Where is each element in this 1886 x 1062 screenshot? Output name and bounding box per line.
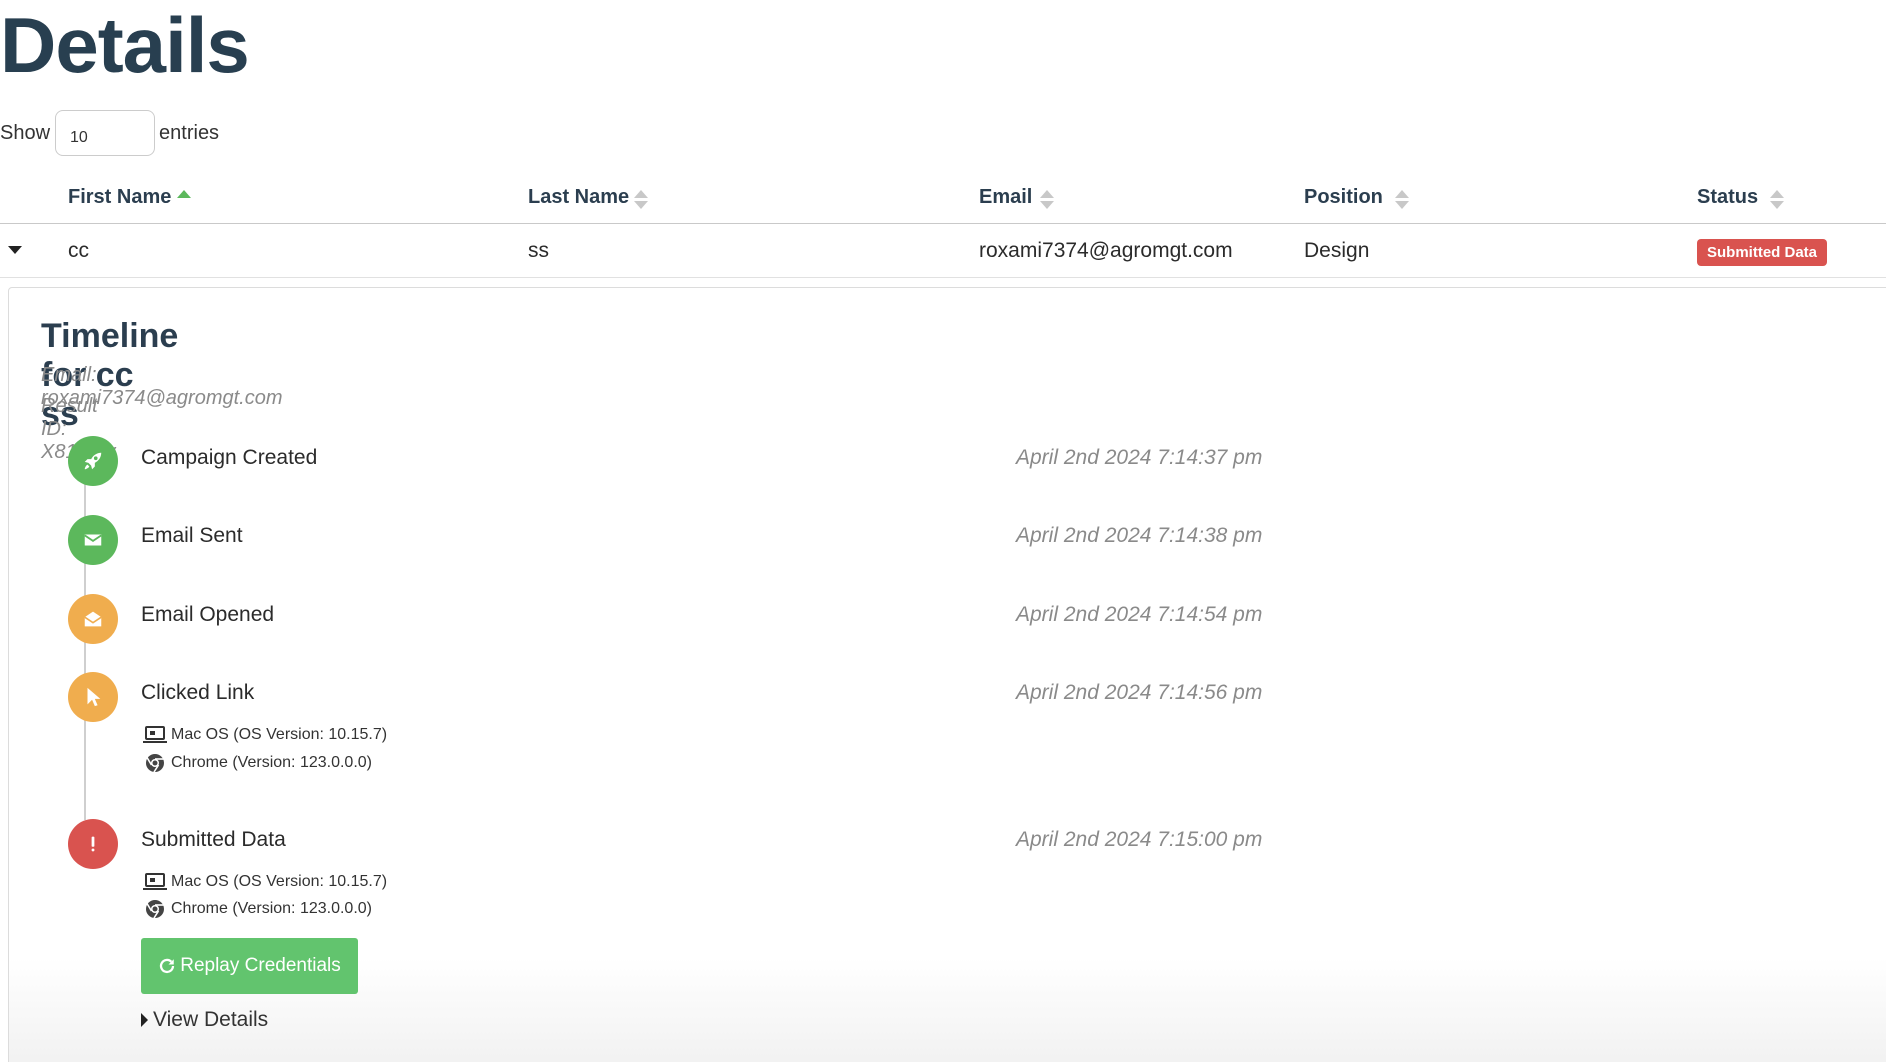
- sort-icon: [1040, 190, 1054, 212]
- expand-row-icon[interactable]: [8, 246, 22, 254]
- column-header-status[interactable]: Status: [1697, 186, 1784, 209]
- chrome-icon: [146, 754, 164, 773]
- sort-ascending-icon: [177, 190, 191, 212]
- entries-length-control: Show 10 entries: [0, 110, 219, 156]
- browser-info: Chrome (Version: 123.0.0.0): [143, 751, 372, 775]
- os-info: Mac OS (OS Version: 10.15.7): [143, 870, 387, 894]
- entries-select[interactable]: 10: [55, 110, 156, 156]
- chrome-icon: [146, 900, 164, 919]
- cell-position: Design: [1304, 239, 1370, 262]
- entries-label: entries: [159, 121, 220, 144]
- column-header-position[interactable]: Position: [1304, 186, 1409, 209]
- sort-icon: [634, 190, 648, 212]
- envelope-icon: [68, 515, 118, 565]
- cell-last-name: ss: [528, 239, 549, 262]
- status-badge: Submitted Data: [1697, 239, 1828, 266]
- column-header-last-name[interactable]: Last Name: [528, 186, 648, 209]
- laptop-icon: [143, 726, 167, 743]
- sort-icon: [1395, 190, 1409, 212]
- event-time: April 2nd 2024 7:14:56 pm: [1016, 681, 1263, 704]
- event-time: April 2nd 2024 7:15:00 pm: [1016, 828, 1263, 851]
- table-header: First Name Last Name Email Position Stat…: [0, 172, 1886, 224]
- view-details-toggle[interactable]: View Details: [141, 1008, 268, 1032]
- event-label: Clicked Link: [141, 681, 255, 704]
- os-info-text: Mac OS (OS Version: 10.15.7): [171, 873, 388, 890]
- column-header-first-name[interactable]: First Name: [68, 186, 191, 209]
- pointer-icon: [68, 672, 118, 722]
- replay-credentials-button[interactable]: Replay Credentials: [141, 938, 358, 994]
- table-row[interactable]: cc ss roxami7374@agromgt.com Design Subm…: [0, 224, 1886, 278]
- sort-icon: [1770, 190, 1784, 212]
- os-info-text: Mac OS (OS Version: 10.15.7): [171, 726, 388, 743]
- replay-credentials-label: Replay Credentials: [180, 955, 341, 976]
- laptop-icon: [143, 873, 167, 890]
- os-info: Mac OS (OS Version: 10.15.7): [143, 723, 387, 747]
- envelope-open-icon: [68, 594, 118, 644]
- entries-select-value: 10: [70, 129, 88, 146]
- event-time: April 2nd 2024 7:14:37 pm: [1016, 446, 1263, 469]
- rocket-icon: [68, 436, 118, 486]
- event-time: April 2nd 2024 7:14:38 pm: [1016, 524, 1263, 547]
- column-header-email[interactable]: Email: [979, 186, 1054, 209]
- cell-first-name: cc: [68, 239, 89, 262]
- browser-info-text: Chrome (Version: 123.0.0.0): [171, 900, 372, 917]
- page-title: Details: [0, 1, 250, 89]
- event-label: Email Sent: [141, 524, 243, 547]
- exclamation-icon: [68, 819, 118, 869]
- browser-info-text: Chrome (Version: 123.0.0.0): [171, 754, 372, 771]
- event-label: Submitted Data: [141, 828, 286, 851]
- show-label: Show: [0, 121, 51, 144]
- browser-info: Chrome (Version: 123.0.0.0): [143, 897, 372, 921]
- caret-right-icon: [141, 1013, 148, 1027]
- event-label: Campaign Created: [141, 446, 318, 469]
- view-details-label: View Details: [153, 1008, 269, 1031]
- cell-email: roxami7374@agromgt.com: [979, 239, 1233, 262]
- event-label: Email Opened: [141, 603, 275, 626]
- refresh-icon: [160, 958, 175, 974]
- event-time: April 2nd 2024 7:14:54 pm: [1016, 603, 1263, 626]
